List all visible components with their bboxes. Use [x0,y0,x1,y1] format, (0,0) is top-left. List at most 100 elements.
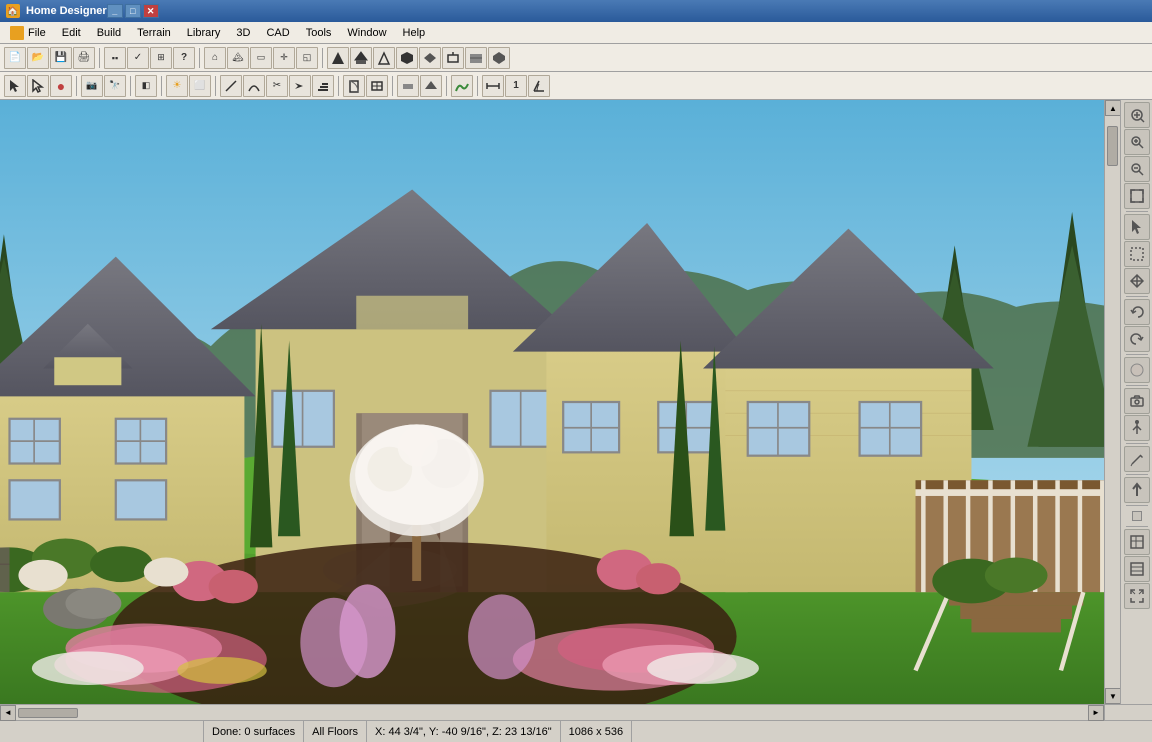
roof4-icon [400,51,414,65]
roof-tool-button[interactable] [420,75,442,97]
toolbar-tools: ● 📷 🔭 ◧ ☀ ⬜ ✂ 1 [0,72,1152,100]
panel-button[interactable]: ▪▪ [104,47,126,69]
zoom-out-button[interactable] [1124,156,1150,182]
edit-3d-icon [1129,451,1145,467]
menu-item-library[interactable]: Library [179,22,229,43]
help-button[interactable]: ? [173,47,195,69]
vscroll-down-arrow[interactable]: ▼ [1105,688,1121,704]
scroll-indicator [1124,508,1150,524]
hscroll-left-arrow[interactable]: ◄ [0,705,16,721]
separator [130,76,131,96]
zoom-fit-icon [1129,107,1145,123]
menu-item-build[interactable]: Build [89,22,129,43]
window-icon [370,79,384,93]
toolbar-main: 📄 📂 💾 🖨 ▪▪ ✓ ⊞ ? ⌂ 🏔 ▭ ✛ ◱ [0,44,1152,72]
roof4-button[interactable] [396,47,418,69]
minimize-button[interactable]: _ [107,4,123,18]
horizontal-scrollbar[interactable]: ◄ ► [0,704,1104,720]
new-button[interactable]: 📄 [4,47,26,69]
canvas-area[interactable] [0,100,1104,704]
camera-tool-button[interactable] [1124,388,1150,414]
menu-item-cad[interactable]: CAD [258,22,297,43]
vertical-scrollbar[interactable]: ▲ ▼ [1104,100,1120,704]
print-button[interactable]: 🖨 [73,47,95,69]
select-tool-button[interactable] [4,75,26,97]
wall-tool-button[interactable] [397,75,419,97]
menu-item-file[interactable]: File [2,22,54,43]
camera-tool-icon [1129,393,1145,409]
roof5-button[interactable] [419,47,441,69]
close-button[interactable]: ✕ [143,4,159,18]
roof8-button[interactable] [488,47,510,69]
menu-item-help[interactable]: Help [395,22,434,43]
manage-button[interactable]: ⊞ [150,47,172,69]
right-panel-separator [1126,385,1148,386]
grid2-view-button[interactable] [1124,556,1150,582]
select-view-button[interactable] [1124,214,1150,240]
arrow-icon [293,79,307,93]
up-view-button[interactable] [1124,477,1150,503]
stair-tool-button[interactable] [312,75,334,97]
roof3-button[interactable] [373,47,395,69]
terrain-tool-button[interactable] [451,75,473,97]
hscroll-right-arrow[interactable]: ► [1088,705,1104,721]
menu-item-tools[interactable]: Tools [298,22,340,43]
line-tool-button[interactable] [220,75,242,97]
hscroll-thumb[interactable] [18,708,78,718]
dimension-icon [486,79,500,93]
point-tool-button[interactable]: ● [50,75,72,97]
camera-exterior-button[interactable]: 🔭 [104,75,126,97]
roof2-button[interactable] [350,47,372,69]
zoom-fit-button[interactable] [1124,102,1150,128]
sphere-icon [1129,362,1145,378]
roof7-button[interactable] [465,47,487,69]
save-button[interactable]: 💾 [50,47,72,69]
walk-button[interactable] [1124,415,1150,441]
sphere-view-button[interactable] [1124,357,1150,383]
select-view-icon [1129,219,1145,235]
grid-view-button[interactable] [1124,529,1150,555]
expand-view-button[interactable] [1124,583,1150,609]
zoom-extent-button[interactable] [1124,183,1150,209]
roof6-button[interactable] [442,47,464,69]
panel-view-button[interactable]: ◧ [135,75,157,97]
maximize-button[interactable]: □ [125,4,141,18]
scissors-tool-button[interactable]: ✂ [266,75,288,97]
redo-view-button[interactable] [1124,326,1150,352]
window-tool-button[interactable] [366,75,388,97]
sun-tool-button[interactable]: ☀ [166,75,188,97]
menu-item-3d[interactable]: 3D [228,22,258,43]
camera-interior-button[interactable]: 📷 [81,75,103,97]
check-button[interactable]: ✓ [127,47,149,69]
app-icon: 🏠 [6,4,20,18]
dimension-tool-button[interactable] [482,75,504,97]
open-button[interactable]: 📂 [27,47,49,69]
undo-view-button[interactable] [1124,299,1150,325]
stair-icon [316,79,330,93]
cross-section-button[interactable]: ✛ [273,47,295,69]
floorplan-button[interactable]: ⌂ [204,47,226,69]
zoom-rect-button[interactable] [1124,241,1150,267]
elevation-button[interactable]: ▭ [250,47,272,69]
vscroll-up-arrow[interactable]: ▲ [1105,100,1121,116]
material-tool-button[interactable]: ⬜ [189,75,211,97]
perspective-button[interactable]: ◱ [296,47,318,69]
number-tool-button[interactable]: 1 [505,75,527,97]
edit-tool-button2[interactable] [27,75,49,97]
roof1-button[interactable] [327,47,349,69]
walk-icon [1129,420,1145,436]
menu-item-window[interactable]: Window [339,22,394,43]
roof7-icon [469,51,483,65]
camera-view-button[interactable]: 🏔 [227,47,249,69]
menu-item-terrain[interactable]: Terrain [129,22,179,43]
angle-tool-button[interactable] [528,75,550,97]
zoom-in-button[interactable] [1124,129,1150,155]
arc-tool-button[interactable] [243,75,265,97]
menu-item-edit[interactable]: Edit [54,22,89,43]
pan-button[interactable] [1124,268,1150,294]
arrow-tool-button[interactable] [289,75,311,97]
vscroll-thumb[interactable] [1107,126,1118,166]
edit-3d-button[interactable] [1124,446,1150,472]
door-tool-button[interactable] [343,75,365,97]
vscroll-track [1105,116,1120,688]
